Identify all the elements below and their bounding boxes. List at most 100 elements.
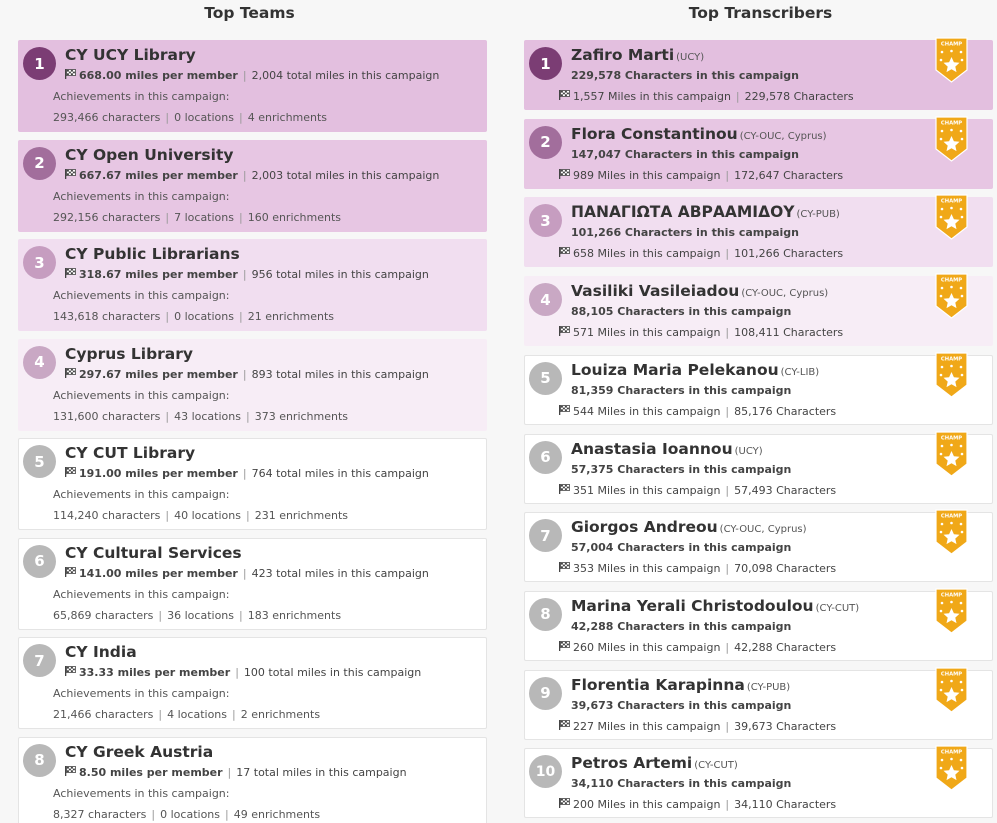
transcriber-name[interactable]: ΠΑΝΑΓΙΩΤΑ ΑΒΡΑΑΜΙΔΟΥ <box>571 203 794 221</box>
team-name[interactable]: Cyprus Library <box>65 345 193 363</box>
achievements-line: 143,618 characters | 0 locations | 21 enrich… <box>53 310 334 323</box>
separator: | <box>725 326 730 340</box>
checkered-flag-icon <box>559 90 570 103</box>
enrichments-count: 2 enrichments <box>240 708 321 721</box>
transcriber-name[interactable]: Petros Artemi <box>571 754 692 772</box>
team-card[interactable]: 7 CY India 33.33 miles per member | 100 tota… <box>18 637 487 729</box>
separator: | <box>165 509 170 522</box>
transcriber-team: (CY-PUB) <box>796 209 840 221</box>
rank-badge: 4 <box>529 283 562 317</box>
champ-badge-icon: CHAMP <box>935 666 968 713</box>
transcriber-miles-line: 260 Miles in this campaign | 42,288 Charac… <box>559 640 836 654</box>
achievements-line: 293,466 characters | 0 locations | 4 enrichm… <box>53 111 327 124</box>
characters-count: 8,327 characters <box>53 807 147 821</box>
transcriber-name-row: Marina Yerali Christodoulou (CY-CUT) <box>571 596 859 615</box>
transcriber-name[interactable]: Giorgos Andreou <box>571 518 718 536</box>
champ-badge-icon: CHAMP <box>935 37 968 83</box>
achievements-label: Achievements in this campaign: <box>53 90 230 103</box>
transcriber-name[interactable]: Marina Yerali Christodoulou <box>571 597 814 615</box>
checkered-flag-icon <box>65 666 76 679</box>
team-card[interactable]: 4 Cyprus Library 297.67 miles per member | 8… <box>18 338 487 431</box>
champ-label: CHAMP <box>941 278 962 284</box>
campaign-miles: 353 Miles in this campaign <box>573 562 721 576</box>
separator: | <box>165 210 170 224</box>
team-name[interactable]: CY Open University <box>65 146 233 164</box>
characters-count: 292,156 characters <box>53 210 161 224</box>
separator: | <box>245 409 250 423</box>
team-card[interactable]: 2 CY Open University 667.67 miles per memb… <box>18 139 487 232</box>
separator: | <box>238 111 243 124</box>
total-characters: 229,578 Characters <box>744 90 854 103</box>
team-name[interactable]: CY Cultural Services <box>65 544 242 562</box>
transcriber-name[interactable]: Zafiro Marti <box>571 46 674 64</box>
transcriber-card[interactable]: 5 Louiza Maria Pelekanou (CY-LIB) 81,359 Ch… <box>524 352 993 425</box>
transcriber-team: (CY-OUC, Cyprus) <box>719 524 807 536</box>
separator: | <box>239 608 243 622</box>
transcriber-card[interactable]: 9 Florentia Karapinna (CY-PUB) 39,673 Chara… <box>524 666 993 740</box>
miles-per-member: 191.00 miles per member <box>79 467 238 480</box>
champ-label: CHAMP <box>941 592 962 598</box>
transcriber-name[interactable]: Vasiliki Vasileiadou <box>571 282 739 300</box>
locations-count: 0 locations <box>174 310 234 323</box>
team-card[interactable]: 5 CY CUT Library 191.00 miles per member | 7… <box>18 438 487 530</box>
locations-count: 36 locations <box>167 608 234 622</box>
rank-badge: 8 <box>529 597 562 631</box>
campaign-characters: 34,110 Characters in this campaign <box>571 777 792 791</box>
total-characters: 39,673 Characters <box>734 719 837 733</box>
rank-badge: 3 <box>529 204 562 238</box>
locations-count: 7 locations <box>174 210 234 224</box>
achievements-line: 8,327 characters | 0 locations | 49 enrichme… <box>53 808 320 821</box>
team-card[interactable]: 1 CY UCY Library 668.00 miles per member | 2… <box>18 40 487 132</box>
transcriber-miles-line: 544 Miles in this campaign | 85,176 Charac… <box>559 404 836 418</box>
transcriber-name[interactable]: Flora Constantinou <box>571 125 738 143</box>
separator: | <box>242 467 247 480</box>
team-name[interactable]: CY UCY Library <box>65 46 196 64</box>
transcriber-card[interactable]: 8 Marina Yerali Christodoulou (CY-CUT) 42,2… <box>524 588 993 661</box>
separator: | <box>242 566 247 580</box>
transcriber-card[interactable]: 2 Flora Constantinou (CY-OUC, Cyprus) 147,0… <box>524 116 993 189</box>
campaign-characters: 57,004 Characters in this campaign <box>571 541 792 555</box>
champ-badge-icon: CHAMP <box>935 509 968 555</box>
miles-per-member: 33.33 miles per member <box>79 666 231 679</box>
checkered-flag-icon <box>559 719 570 733</box>
team-miles-line: 668.00 miles per member | 2,004 total mile… <box>65 69 439 82</box>
team-card[interactable]: 6 CY Cultural Services 141.00 miles per me… <box>18 537 487 630</box>
team-card[interactable]: 8 CY Greek Austria 8.50 miles per member | 1… <box>18 736 487 823</box>
rank-badge: 7 <box>529 519 562 553</box>
transcriber-name[interactable]: Anastasia Ioannou <box>571 440 733 458</box>
transcriber-name[interactable]: Florentia Karapinna <box>571 676 745 694</box>
checkered-flag-icon <box>559 562 570 575</box>
rank-badge: 10 <box>529 755 562 789</box>
rank-badge: 6 <box>23 544 56 578</box>
enrichments-count: 160 enrichments <box>247 210 342 224</box>
transcriber-team: (CY-CUT) <box>694 760 738 772</box>
enrichments-count: 373 enrichments <box>254 409 349 423</box>
transcriber-card[interactable]: 1 Zafiro Marti (UCY) 229,578 Characters in … <box>524 37 993 110</box>
separator: | <box>725 483 730 497</box>
miles-per-member: 141.00 miles per member <box>79 566 238 580</box>
team-name[interactable]: CY Greek Austria <box>65 743 213 761</box>
transcriber-miles-line: 200 Miles in this campaign | 34,110 Charac… <box>559 798 836 811</box>
checkered-flag-icon <box>559 404 570 418</box>
transcriber-name[interactable]: Louiza Maria Pelekanou <box>571 361 779 379</box>
champ-label: CHAMP <box>941 671 962 677</box>
transcriber-card[interactable]: 10 Petros Artemi (CY-CUT) 34,110 Characters… <box>524 745 993 819</box>
champ-badge-icon: CHAMP <box>935 588 968 634</box>
separator: | <box>725 798 730 812</box>
miles-per-member: 668.00 miles per member <box>79 69 238 82</box>
separator: | <box>725 404 730 418</box>
transcriber-card[interactable]: 7 Giorgos Andreou (CY-OUC, Cyprus) 57,004 C… <box>524 509 993 583</box>
transcriber-card[interactable]: 6 Anastasia Ioannou (UCY) 57,375 Characters… <box>524 430 993 504</box>
team-name[interactable]: CY India <box>65 643 137 661</box>
team-name[interactable]: CY Public Librarians <box>65 245 240 263</box>
transcriber-card[interactable]: 3 ΠΑΝΑΓΙΩΤΑ ΑΒΡΑΑΜΙΔΟΥ (CY-PUB) 101,266 Cha… <box>524 194 993 268</box>
total-miles: 17 total miles in this campaign <box>236 765 407 779</box>
separator: | <box>165 111 170 124</box>
campaign-characters: 229,578 Characters in this campaign <box>571 69 799 82</box>
achievements-label: Achievements in this campaign: <box>53 289 230 302</box>
checkered-flag-icon <box>65 268 76 281</box>
transcriber-card[interactable]: 4 Vasiliki Vasileiadou (CY-OUC, Cyprus) 88,… <box>524 273 993 347</box>
achievements-line: 65,869 characters | 36 locations | 183 enric… <box>53 609 341 622</box>
team-name[interactable]: CY CUT Library <box>65 444 195 462</box>
team-card[interactable]: 3 CY Public Librarians 318.67 miles per me… <box>18 239 487 331</box>
